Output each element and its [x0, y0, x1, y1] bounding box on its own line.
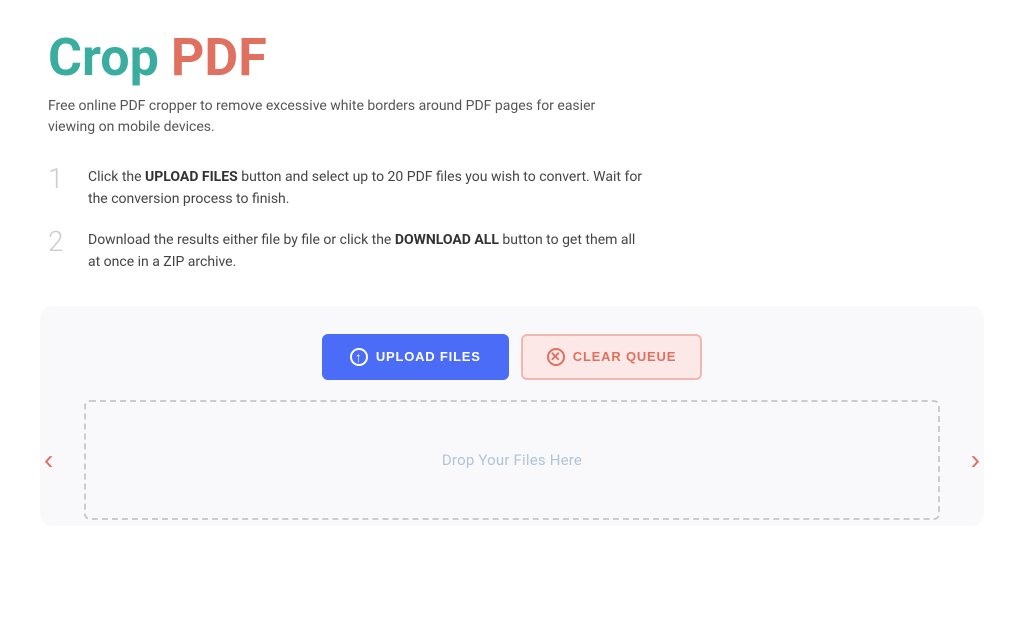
steps-list: 1 Click the UPLOAD FILES button and sele… [48, 162, 976, 274]
subtitle: Free online PDF cropper to remove excess… [48, 96, 608, 138]
drop-zone[interactable]: Drop Your Files Here [84, 400, 940, 520]
right-arrow-icon: › [971, 444, 980, 475]
clear-icon: ✕ [547, 348, 565, 366]
step-2: 2 Download the results either file by fi… [48, 225, 976, 274]
left-arrow-icon: ‹ [44, 444, 53, 475]
step-number-2: 2 [48, 225, 72, 259]
step-1: 1 Click the UPLOAD FILES button and sele… [48, 162, 976, 211]
carousel-wrapper: ‹ Drop Your Files Here › [64, 400, 960, 520]
carousel-left-button[interactable]: ‹ [36, 438, 61, 482]
step-number-1: 1 [48, 162, 72, 196]
title-crop: Crop [48, 32, 159, 84]
title-row: Crop PDF [48, 32, 976, 84]
upload-button-label: UPLOAD FILES [376, 349, 481, 364]
clear-button-label: CLEAR QUEUE [573, 349, 676, 364]
drop-zone-placeholder: Drop Your Files Here [442, 451, 582, 469]
step-text-2: Download the results either file by file… [88, 225, 648, 274]
carousel-right-button[interactable]: › [963, 438, 988, 482]
upload-section: ↑ UPLOAD FILES ✕ CLEAR QUEUE ‹ Drop Your… [40, 306, 984, 526]
upload-icon: ↑ [350, 348, 368, 366]
clear-queue-button[interactable]: ✕ CLEAR QUEUE [521, 334, 702, 380]
upload-button[interactable]: ↑ UPLOAD FILES [322, 334, 509, 380]
page-wrapper: Crop PDF Free online PDF cropper to remo… [0, 0, 1024, 526]
button-row: ↑ UPLOAD FILES ✕ CLEAR QUEUE [64, 334, 960, 380]
title-pdf: PDF [171, 32, 267, 84]
step-text-1: Click the UPLOAD FILES button and select… [88, 162, 648, 211]
